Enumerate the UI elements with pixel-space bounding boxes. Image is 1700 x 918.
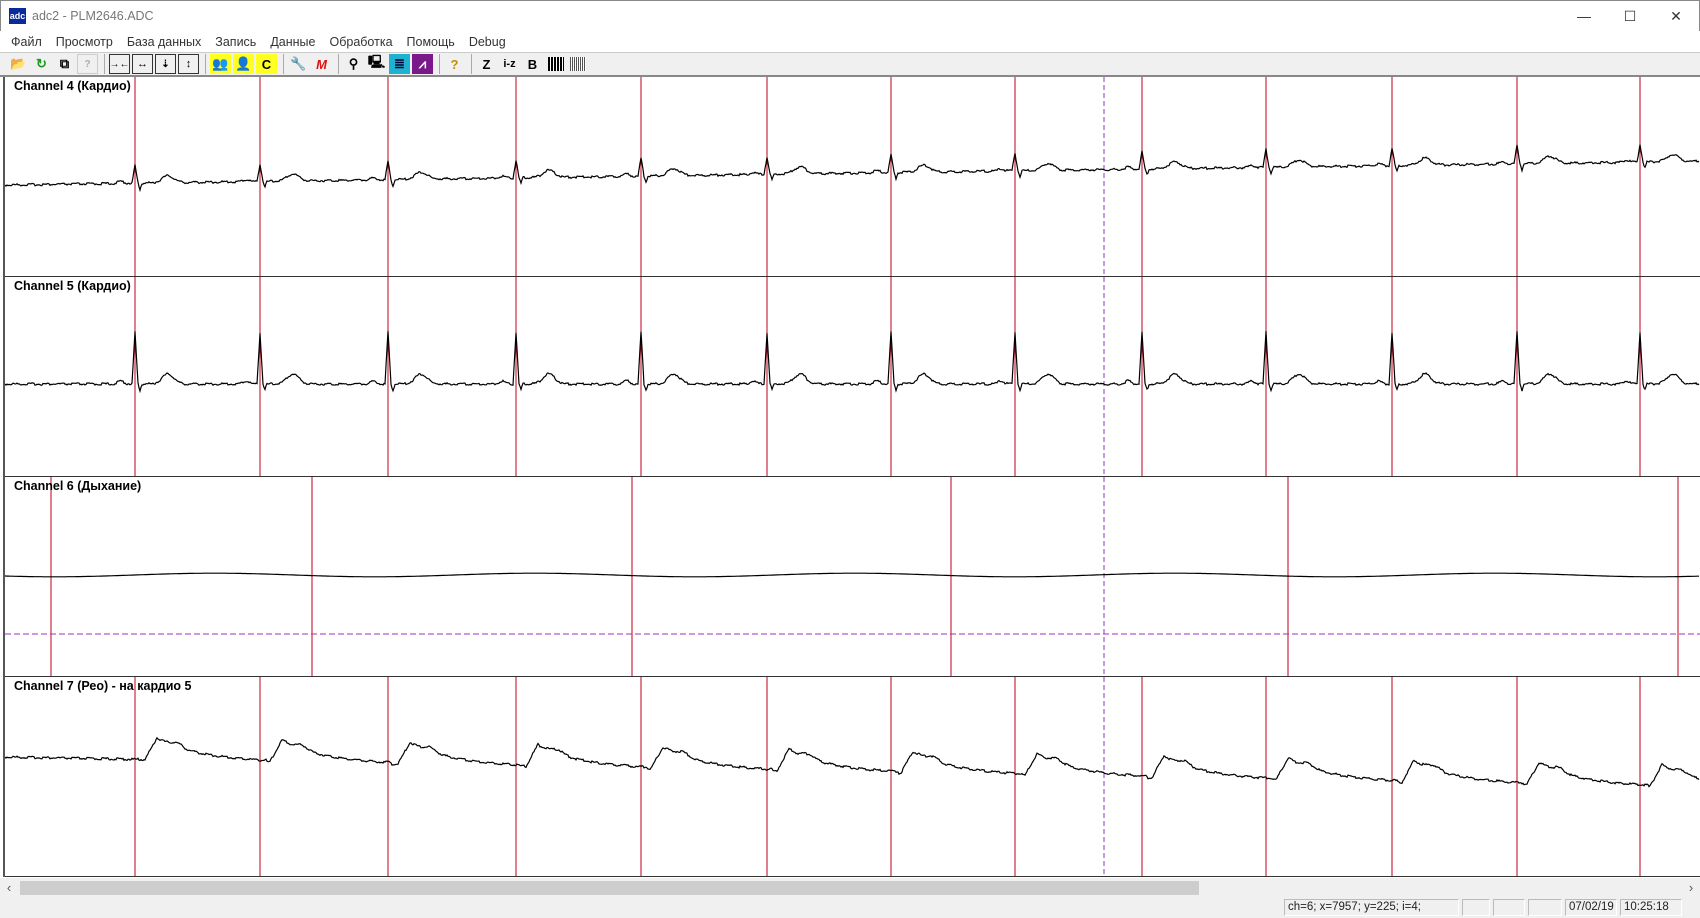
disabled-help-icon[interactable]: ?: [77, 54, 98, 74]
expand-vertical-icon[interactable]: ↕: [178, 54, 199, 74]
separator: [104, 54, 105, 74]
menu-processing[interactable]: Обработка: [322, 35, 399, 49]
menu-view[interactable]: Просмотр: [49, 35, 120, 49]
channel-7-panel[interactable]: Channel 7 (Рео) - на кардио 5: [5, 677, 1700, 877]
minimize-button[interactable]: —: [1561, 1, 1607, 31]
channel-label: Channel 4 (Кардио): [14, 79, 131, 93]
separator: [338, 54, 339, 74]
expand-horizontal-icon[interactable]: ↔: [132, 54, 153, 74]
menu-file[interactable]: Файл: [4, 35, 49, 49]
scroll-track[interactable]: [18, 880, 1682, 895]
bars-icon[interactable]: [548, 57, 564, 71]
channel-label: Channel 7 (Рео) - на кардио 5: [14, 679, 192, 693]
open-folder-icon[interactable]: 📂: [8, 54, 29, 74]
channel-4-panel[interactable]: Channel 4 (Кардио): [5, 77, 1700, 277]
key-icon[interactable]: ⚲: [343, 54, 364, 74]
scroll-thumb[interactable]: [20, 881, 1199, 895]
signal-plot[interactable]: Channel 4 (Кардио) Channel 5 (Кардио) Ch…: [3, 77, 1700, 877]
status-pane: [1462, 899, 1490, 916]
separator: [439, 54, 440, 74]
cursor-info: ch=6; x=7957; y=225; i=4;: [1284, 899, 1459, 916]
signal-trace: [5, 330, 1700, 394]
channel-trace-area: [5, 677, 1700, 876]
signal-trace: [5, 572, 1699, 578]
iz-button[interactable]: i-z: [499, 54, 520, 74]
c-button[interactable]: C: [256, 54, 277, 74]
chart-icon[interactable]: ⩘: [412, 54, 433, 74]
separator: [283, 54, 284, 74]
person-icon[interactable]: 👤: [233, 54, 254, 74]
compress-horizontal-icon[interactable]: →←: [109, 54, 130, 74]
separator: [205, 54, 206, 74]
m-button[interactable]: M: [311, 54, 332, 74]
computer-icon[interactable]: 🖳: [366, 54, 387, 74]
horizontal-scrollbar[interactable]: ‹ ›: [0, 878, 1700, 897]
menu-help[interactable]: Помощь: [400, 35, 462, 49]
help-icon[interactable]: ?: [444, 54, 465, 74]
title-bar: adc adc2 - PLM2646.ADC — ☐ ✕: [0, 0, 1700, 31]
channel-trace-area: [5, 277, 1700, 476]
compress-vertical-icon[interactable]: ⇣: [155, 54, 176, 74]
status-pane: [1493, 899, 1525, 916]
copy-icon[interactable]: ⧉: [54, 54, 75, 74]
app-icon: adc: [9, 8, 26, 24]
channel-trace-area: [5, 477, 1700, 676]
z-button[interactable]: Z: [476, 54, 497, 74]
channel-6-panel[interactable]: Channel 6 (Дыхание): [5, 477, 1700, 677]
grid-icon[interactable]: [570, 57, 586, 71]
menu-database[interactable]: База данных: [120, 35, 208, 49]
menu-bar: Файл Просмотр База данных Запись Данные …: [0, 31, 513, 52]
close-button[interactable]: ✕: [1653, 1, 1699, 31]
people-icon[interactable]: 👥: [210, 54, 231, 74]
menu-record[interactable]: Запись: [208, 35, 263, 49]
signal-trace: [5, 144, 1700, 193]
status-date: 07/02/19: [1565, 899, 1617, 916]
wrench-icon[interactable]: 🔧: [288, 54, 309, 74]
channel-5-panel[interactable]: Channel 5 (Кардио): [5, 277, 1700, 477]
channel-label: Channel 6 (Дыхание): [14, 479, 142, 493]
b-button[interactable]: B: [522, 54, 543, 74]
channel-trace-area: [5, 77, 1700, 276]
toolbar: 📂 ↻ ⧉ ? →← ↔ ⇣ ↕ 👥 👤 C 🔧 M ⚲ 🖳 ≣ ⩘ ? Z i…: [0, 52, 1700, 77]
menu-debug[interactable]: Debug: [462, 35, 513, 49]
menu-data[interactable]: Данные: [263, 35, 322, 49]
maximize-button[interactable]: ☐: [1607, 1, 1653, 31]
separator: [471, 54, 472, 74]
refresh-icon[interactable]: ↻: [31, 54, 52, 74]
signal-trace: [5, 736, 1700, 788]
scroll-left-button[interactable]: ‹: [0, 880, 18, 895]
window-title: adc2 - PLM2646.ADC: [32, 9, 154, 23]
scroll-right-button[interactable]: ›: [1682, 880, 1700, 895]
status-time: 10:25:18: [1620, 899, 1682, 916]
list-icon[interactable]: ≣: [389, 54, 410, 74]
status-pane: [1528, 899, 1562, 916]
channel-label: Channel 5 (Кардио): [14, 279, 131, 293]
status-bar: ch=6; x=7957; y=225; i=4; 07/02/19 10:25…: [0, 897, 1700, 918]
